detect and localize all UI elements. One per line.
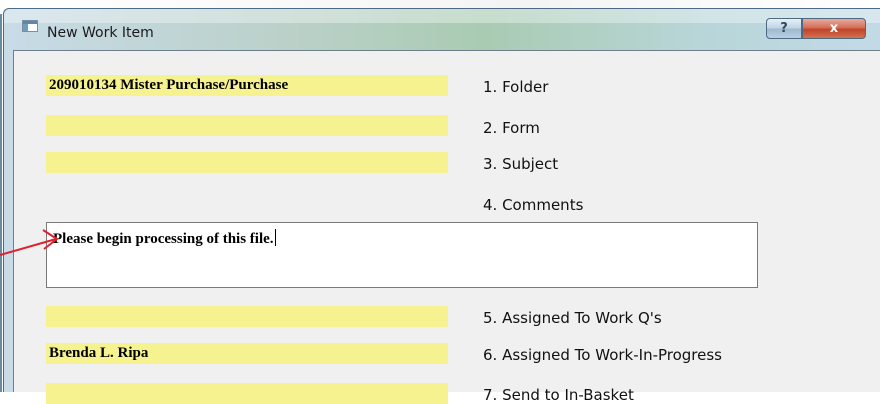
send-to-basket-field[interactable] xyxy=(46,383,448,404)
form-label: 2. Form xyxy=(483,119,540,137)
help-button[interactable]: ? xyxy=(766,18,802,39)
folder-field[interactable]: 209010134 Mister Purchase/Purchase xyxy=(46,75,448,96)
dialog-client-area: 209010134 Mister Purchase/Purchase 1. Fo… xyxy=(13,50,880,404)
comments-label: 4. Comments xyxy=(483,196,584,214)
subject-field[interactable] xyxy=(46,152,448,173)
assigned-wip-field[interactable]: Brenda L. Ripa xyxy=(46,343,448,364)
text-caret xyxy=(274,229,276,246)
comments-textarea[interactable]: Please begin processing of this file. xyxy=(46,222,758,288)
assigned-wip-label: 6. Assigned To Work-In-Progress xyxy=(483,346,722,364)
assigned-queues-label: 5. Assigned To Work Q's xyxy=(483,309,662,327)
close-button[interactable]: x xyxy=(802,18,866,39)
subject-label: 3. Subject xyxy=(483,155,559,173)
window-title: New Work Item xyxy=(47,25,154,41)
window-app-icon xyxy=(22,20,38,32)
send-to-basket-label: 7. Send to In-Basket xyxy=(483,386,634,404)
form-field[interactable] xyxy=(46,115,448,136)
assigned-queues-field[interactable] xyxy=(46,306,448,327)
annotation-arrow-icon xyxy=(0,229,59,256)
background-window-edge xyxy=(0,14,2,392)
folder-label: 1. Folder xyxy=(483,78,549,96)
comments-text: Please begin processing of this file. xyxy=(53,231,274,247)
